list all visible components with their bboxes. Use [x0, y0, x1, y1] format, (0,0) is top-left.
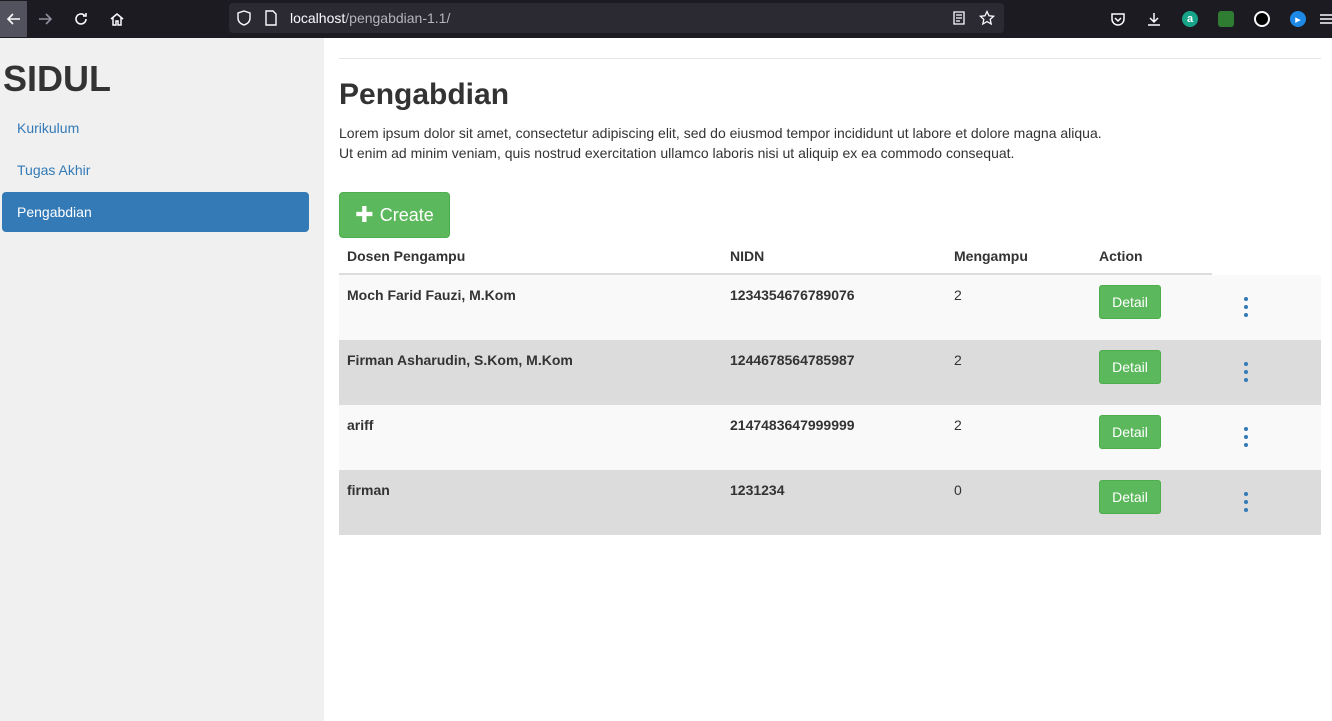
url-bar[interactable]: localhost/pengabdian-1.1/: [229, 3, 1004, 33]
cell-nidn: 1234354676789076: [730, 287, 855, 303]
pengabdian-table: Dosen Pengampu NIDN Mengampu Action Moch…: [339, 242, 1321, 535]
header-action: Action: [1099, 248, 1143, 264]
cell-mengampu: 2: [954, 417, 962, 433]
sidebar-item-pengabdian[interactable]: Pengabdian: [2, 192, 309, 232]
pocket-icon: [1111, 13, 1125, 26]
brand-title: SIDUL: [3, 58, 111, 99]
reader-view-icon[interactable]: [951, 10, 967, 26]
sidebar: SIDUL Kurikulum Tugas Akhir Pengabdian: [0, 38, 324, 721]
downloads-button[interactable]: [1136, 0, 1172, 38]
menu-button[interactable]: [1316, 0, 1332, 38]
arrow-left-icon: [6, 13, 20, 25]
extension-leaf-button[interactable]: [1208, 0, 1244, 38]
cell-dosen: Moch Farid Fauzi, M.Kom: [347, 287, 516, 303]
plus-icon: ✚: [355, 202, 374, 227]
extension-play-button[interactable]: ▸: [1280, 0, 1316, 38]
header-mengampu: Mengampu: [954, 248, 1028, 264]
header-dosen-pengampu: Dosen Pengampu: [347, 248, 466, 264]
cell-mengampu: 2: [954, 352, 962, 368]
more-options-icon[interactable]: [1237, 297, 1255, 317]
create-button-label: Create: [379, 204, 434, 225]
more-options-icon[interactable]: [1237, 427, 1255, 447]
reload-button[interactable]: [63, 0, 99, 38]
back-button[interactable]: [0, 1, 27, 37]
home-icon: [110, 13, 124, 26]
detail-button[interactable]: Detail: [1099, 285, 1161, 319]
cell-dosen: ariff: [347, 417, 374, 433]
cell-nidn: 1244678564785987: [730, 352, 855, 368]
shield-icon[interactable]: [236, 10, 252, 26]
table-row: Firman Asharudin, S.Kom, M.Kom 124467856…: [339, 340, 1321, 405]
url-host: localhost: [290, 10, 346, 26]
home-button[interactable]: [99, 0, 135, 38]
extension-c-icon: [1254, 11, 1270, 27]
star-icon[interactable]: [979, 10, 995, 26]
leaf-extension-icon: [1218, 11, 1234, 27]
sidebar-item-kurikulum[interactable]: Kurikulum: [2, 108, 309, 148]
toolbar-right: a ▸: [1100, 0, 1332, 38]
extension-a-button[interactable]: a: [1172, 0, 1208, 38]
page-title: Pengabdian: [339, 78, 510, 111]
table-row: ariff 2147483647999999 2 Detail: [339, 405, 1321, 470]
cell-mengampu: 2: [954, 287, 962, 303]
create-button[interactable]: ✚ Create: [339, 192, 450, 238]
description-line-2: Ut enim ad minim veniam, quis nostrud ex…: [339, 145, 1015, 161]
page-icon[interactable]: [263, 10, 279, 26]
cell-dosen: Firman Asharudin, S.Kom, M.Kom: [347, 352, 573, 368]
more-options-icon[interactable]: [1237, 362, 1255, 382]
top-divider: [339, 58, 1321, 59]
detail-button[interactable]: Detail: [1099, 350, 1161, 384]
extension-a-icon: a: [1182, 11, 1198, 27]
url-path: /pengabdian-1.1/: [345, 10, 451, 26]
table-header: Dosen Pengampu NIDN Mengampu Action: [339, 242, 1212, 275]
table-row: Moch Farid Fauzi, M.Kom 1234354676789076…: [339, 275, 1321, 340]
more-options-icon[interactable]: [1237, 492, 1255, 512]
cell-dosen: firman: [347, 482, 390, 498]
play-extension-icon: ▸: [1290, 11, 1306, 27]
detail-button[interactable]: Detail: [1099, 415, 1161, 449]
page-description: Lorem ipsum dolor sit amet, consectetur …: [339, 123, 1239, 163]
reload-icon: [75, 13, 87, 25]
hamburger-menu-icon: [1320, 14, 1332, 24]
header-nidn: NIDN: [730, 248, 765, 264]
sidebar-item-tugas-akhir[interactable]: Tugas Akhir: [2, 150, 309, 190]
url-text: localhost/pengabdian-1.1/: [290, 10, 450, 26]
cell-nidn: 1231234: [730, 482, 785, 498]
arrow-right-icon: [39, 13, 53, 25]
description-line-1: Lorem ipsum dolor sit amet, consectetur …: [339, 125, 1102, 141]
extension-c-button[interactable]: [1244, 0, 1280, 38]
pocket-button[interactable]: [1100, 0, 1136, 38]
table-row: firman 1231234 0 Detail: [339, 470, 1321, 535]
forward-button[interactable]: [27, 0, 63, 38]
cell-nidn: 2147483647999999: [730, 417, 855, 433]
download-icon: [1148, 13, 1160, 26]
detail-button[interactable]: Detail: [1099, 480, 1161, 514]
cell-mengampu: 0: [954, 482, 962, 498]
browser-toolbar: localhost/pengabdian-1.1/ a ▸: [0, 0, 1332, 38]
